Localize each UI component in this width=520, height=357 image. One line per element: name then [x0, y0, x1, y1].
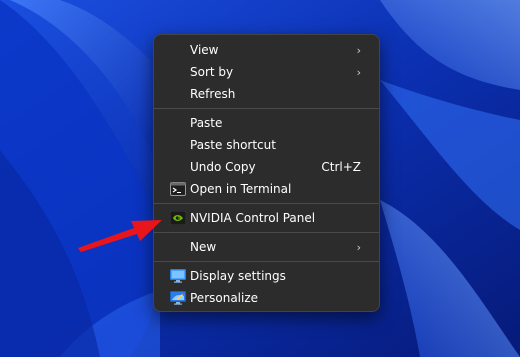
menu-item-label: Open in Terminal: [190, 182, 292, 196]
chevron-right-icon: ›: [356, 65, 361, 79]
menu-item-label: Personalize: [190, 291, 259, 305]
menu-separator: [154, 203, 379, 204]
menu-item-label: Paste shortcut: [190, 138, 276, 152]
menu-item-undo-copy[interactable]: Undo Copy Ctrl+Z: [160, 156, 373, 178]
chevron-right-icon: ›: [356, 43, 361, 57]
menu-item-paste[interactable]: Paste: [160, 112, 373, 134]
terminal-icon: [170, 182, 186, 196]
menu-separator: [154, 232, 379, 233]
menu-item-paste-shortcut[interactable]: Paste shortcut: [160, 134, 373, 156]
menu-item-label: Display settings: [190, 269, 286, 283]
menu-separator: [154, 108, 379, 109]
menu-item-label: Undo Copy: [190, 160, 256, 174]
menu-item-new[interactable]: New ›: [160, 236, 373, 258]
annotation-arrow: [78, 220, 162, 252]
keyboard-shortcut: Ctrl+Z: [321, 160, 361, 174]
menu-item-label: Refresh: [190, 87, 236, 101]
display-settings-icon: [170, 269, 186, 283]
menu-item-open-in-terminal[interactable]: Open in Terminal: [160, 178, 373, 200]
menu-item-nvidia-control-panel[interactable]: NVIDIA Control Panel: [160, 207, 373, 229]
menu-item-display-settings[interactable]: Display settings: [160, 265, 373, 287]
desktop-context-menu: View › Sort by › Refresh Paste Paste sho…: [153, 34, 380, 312]
menu-separator: [154, 261, 379, 262]
menu-item-personalize[interactable]: Personalize: [160, 287, 373, 309]
menu-item-sort-by[interactable]: Sort by ›: [160, 61, 373, 83]
menu-item-label: Paste: [190, 116, 223, 130]
menu-item-label: View: [190, 43, 219, 57]
nvidia-icon: [169, 210, 187, 226]
menu-item-label: New: [190, 240, 217, 254]
personalize-icon: [170, 291, 186, 305]
menu-item-refresh[interactable]: Refresh: [160, 83, 373, 105]
menu-item-view[interactable]: View ›: [160, 39, 373, 61]
menu-item-label: NVIDIA Control Panel: [190, 211, 316, 225]
chevron-right-icon: ›: [356, 240, 361, 254]
menu-item-label: Sort by: [190, 65, 234, 79]
